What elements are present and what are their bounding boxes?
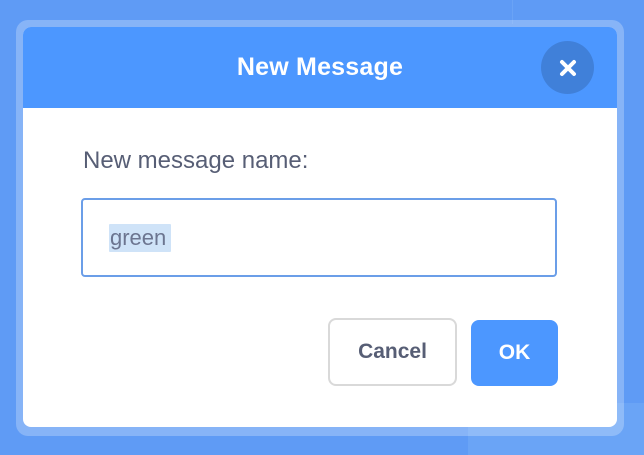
cancel-button[interactable]: Cancel (328, 318, 457, 386)
ok-button[interactable]: OK (471, 320, 558, 386)
close-icon (559, 59, 577, 77)
dialog-header: New Message (23, 27, 617, 108)
message-name-label: New message name: (83, 147, 309, 174)
new-message-dialog: New Message New message name: green Canc… (23, 27, 617, 427)
dialog-title: New Message (236, 53, 404, 81)
close-button[interactable] (541, 41, 594, 94)
message-name-input-value: green (110, 225, 167, 250)
